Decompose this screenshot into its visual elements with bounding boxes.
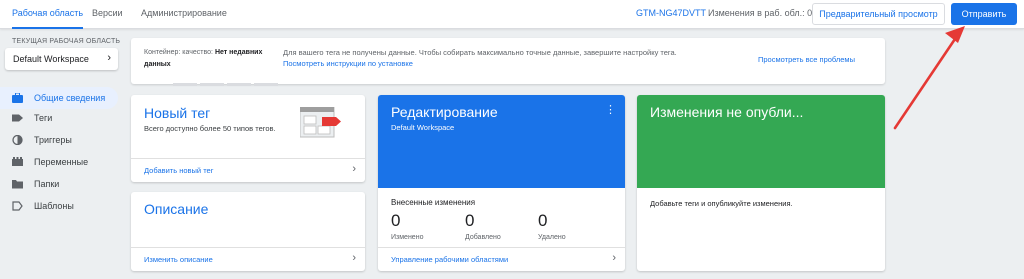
sidebar-item-label: Шаблоны bbox=[34, 201, 74, 211]
unpublished-text: Добавьте теги и опубликуйте изменения. bbox=[650, 199, 793, 208]
description-footer[interactable]: Изменить описание › bbox=[131, 247, 365, 271]
unpublished-title: Изменения не опубли... bbox=[650, 104, 804, 120]
banner-message: Для вашего тега не получены данные. Чтоб… bbox=[283, 48, 677, 57]
workspace-caption: ТЕКУЩАЯ РАБОЧАЯ ОБЛАСТЬ bbox=[12, 38, 121, 45]
edit-description-link[interactable]: Изменить описание bbox=[144, 255, 213, 264]
tag-illustration-icon bbox=[300, 107, 341, 138]
chevron-right-icon: › bbox=[352, 163, 356, 175]
briefcase-icon bbox=[12, 93, 23, 103]
install-instructions-link[interactable]: Посмотреть инструкции по установке bbox=[283, 59, 413, 68]
unpublished-card-header: Изменения не опубли... bbox=[637, 95, 885, 188]
add-new-tag-link[interactable]: Добавить новый тег bbox=[144, 166, 213, 175]
editing-workspace-name: Default Workspace bbox=[391, 123, 455, 132]
changes-made-label: Внесенные изменения bbox=[391, 198, 476, 207]
top-bar: Рабочая область Версии Администрирование… bbox=[0, 0, 1024, 29]
new-tag-title[interactable]: Новый тег bbox=[144, 105, 210, 121]
quality-bars bbox=[173, 73, 281, 91]
modified-label: Изменено bbox=[391, 234, 424, 241]
folder-icon bbox=[12, 180, 23, 189]
preview-button[interactable]: Предварительный просмотр bbox=[812, 3, 945, 25]
modified-count: 0 bbox=[391, 211, 401, 230]
chevron-right-icon: › bbox=[107, 52, 111, 64]
sidebar-item-label: Переменные bbox=[34, 157, 89, 167]
editing-title: Редактирование bbox=[391, 104, 498, 120]
editing-footer[interactable]: Управление рабочими областями › bbox=[378, 247, 625, 271]
deleted-label: Удалено bbox=[538, 234, 566, 241]
unpublished-changes-card: Изменения не опубли... Добавьте теги и о… bbox=[637, 95, 885, 271]
container-id-link[interactable]: GTM-NG47DVTT bbox=[636, 8, 706, 18]
new-tag-card: Новый тег Всего доступно более 50 типов … bbox=[131, 95, 365, 182]
manage-workspaces-link[interactable]: Управление рабочими областями bbox=[391, 255, 508, 264]
trigger-icon bbox=[12, 135, 23, 145]
workspace-name: Default Workspace bbox=[13, 54, 89, 64]
deleted-count: 0 bbox=[538, 211, 548, 230]
sidebar-item-label: Теги bbox=[34, 113, 53, 123]
description-title: Описание bbox=[144, 201, 209, 217]
sidebar-item-variables[interactable]: Переменные bbox=[0, 151, 118, 173]
editing-card: Редактирование Default Workspace ⋮ Внесе… bbox=[378, 95, 625, 271]
view-all-problems-link[interactable]: Просмотреть все проблемы bbox=[758, 55, 855, 64]
workspace-changes-count: Изменения в раб. обл.: 0 bbox=[708, 8, 813, 18]
chevron-right-icon: › bbox=[612, 252, 616, 264]
template-icon bbox=[12, 201, 23, 211]
variables-icon bbox=[12, 157, 23, 166]
container-quality-prefix: Контейнер: качество: bbox=[144, 49, 213, 56]
description-card: Описание Изменить описание › bbox=[131, 192, 365, 271]
sidebar-item-label: Общие сведения bbox=[34, 93, 106, 103]
container-quality-banner: Контейнер: качество: Нет недавних данных… bbox=[131, 38, 885, 86]
tab-workspace[interactable]: Рабочая область bbox=[12, 0, 84, 29]
workspace-selector[interactable]: Default Workspace › bbox=[5, 48, 118, 70]
tab-admin[interactable]: Администрирование bbox=[141, 0, 227, 28]
tab-versions[interactable]: Версии bbox=[92, 0, 123, 28]
tag-icon bbox=[12, 114, 23, 122]
sidebar-item-label: Триггеры bbox=[34, 135, 72, 145]
new-tag-footer[interactable]: Добавить новый тег › bbox=[131, 158, 365, 182]
sidebar-item-overview[interactable]: Общие сведения bbox=[0, 87, 118, 109]
new-tag-description: Всего доступно более 50 типов тегов. bbox=[144, 124, 276, 133]
sidebar-item-triggers[interactable]: Триггеры bbox=[0, 129, 118, 151]
editing-card-header: Редактирование Default Workspace ⋮ bbox=[378, 95, 625, 188]
sidebar-item-label: Папки bbox=[34, 179, 60, 189]
chevron-right-icon: › bbox=[352, 252, 356, 264]
added-label: Добавлено bbox=[465, 234, 501, 241]
submit-button[interactable]: Отправить bbox=[951, 3, 1017, 25]
sidebar-item-folders[interactable]: Папки bbox=[0, 173, 118, 195]
sidebar-item-tags[interactable]: Теги bbox=[0, 107, 118, 129]
sidebar-item-templates[interactable]: Шаблоны bbox=[0, 195, 118, 217]
added-count: 0 bbox=[465, 211, 475, 230]
more-vert-icon[interactable]: ⋮ bbox=[605, 103, 616, 116]
container-quality-status: Контейнер: качество: Нет недавних данных bbox=[144, 47, 274, 71]
